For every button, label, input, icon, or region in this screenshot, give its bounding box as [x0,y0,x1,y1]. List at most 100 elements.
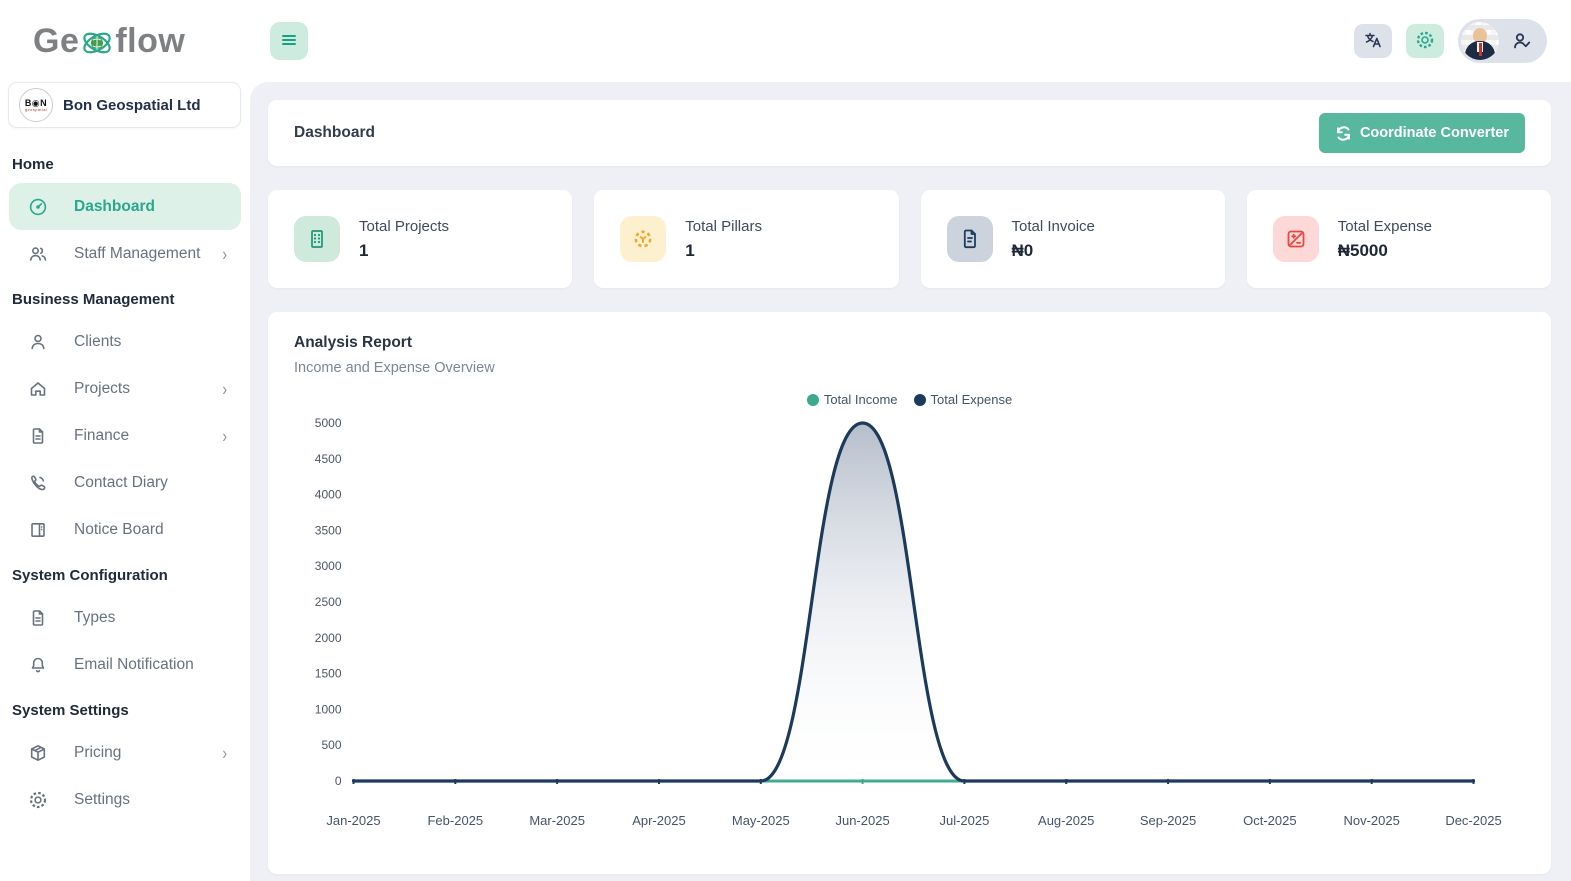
package-icon [28,743,48,763]
gear-icon [28,790,48,810]
sidebar-item-email-notification[interactable]: Email Notification [9,641,241,688]
legend-label: Total Expense [930,392,1013,407]
content-column: Dashboard Coordinate Converter Total Pro… [250,0,1571,881]
document-icon [28,426,48,446]
x-axis-label: Sep-2025 [1140,813,1196,828]
logo-text-ge: Ge [33,21,80,60]
sidebar-item-label: Types [74,608,116,626]
sidebar-item-types[interactable]: Types [9,594,241,641]
sidebar: Ge flow B◉N geospatial Bon Geospatial Lt… [0,0,250,881]
chart-legend: Total Income Total Expense [294,392,1525,407]
sidebar-item-label: Finance [74,426,130,444]
sidebar-item-label: Dashboard [74,197,155,215]
nav-section-title: Business Management [12,291,175,308]
pillars-icon [620,216,667,262]
chevron-right-icon: › [222,378,227,399]
y-axis-label: 4000 [315,488,342,502]
x-axis-label: Apr-2025 [632,813,685,828]
topbar-actions [1354,19,1547,63]
topbar [250,0,1571,82]
stat-label: Total Projects [359,217,450,235]
stat-label: Total Pillars [685,217,762,235]
y-axis-label: 500 [321,738,341,752]
x-axis-label: Jul-2025 [939,813,989,828]
company-logo: B◉N geospatial [19,88,53,122]
main-content: Dashboard Coordinate Converter Total Pro… [250,82,1571,881]
home-icon [28,379,48,399]
report-subtitle: Income and Expense Overview [294,360,495,376]
sidebar-item-settings[interactable]: Settings [9,776,241,823]
legend-item-total-income[interactable]: Total Income [806,392,898,407]
legend-dot [913,393,926,406]
stat-label: Total Expense [1337,217,1432,235]
sidebar-item-contact-diary[interactable]: Contact Diary [9,459,241,506]
stat-card-total-invoice: Total Invoice ₦0 [920,190,1225,288]
settings-button[interactable] [1406,24,1444,58]
sync-icon [1335,125,1352,142]
x-axis-label: Mar-2025 [529,813,585,828]
x-axis-label: Oct-2025 [1243,813,1296,828]
person-icon [28,332,48,352]
legend-item-total-expense[interactable]: Total Expense [913,392,1013,407]
logo-text-flow: flow [115,21,186,60]
chevron-right-icon: › [222,243,227,264]
sidebar-item-clients[interactable]: Clients [9,318,241,365]
sidebar-item-dashboard[interactable]: Dashboard [9,183,241,230]
stat-label: Total Invoice [1011,217,1095,235]
nav-section-title: System Configuration [12,567,168,584]
gear-icon [1415,30,1435,53]
user-avatar [1461,22,1499,60]
sidebar-item-finance[interactable]: Finance › [9,412,241,459]
y-axis-label: 0 [335,774,342,788]
language-button[interactable] [1354,24,1392,58]
people-icon [28,244,48,264]
y-axis-label: 2000 [315,631,342,645]
stat-value: 1 [685,240,695,260]
stat-value: ₦5000 [1337,240,1388,260]
y-axis-label: 2500 [315,595,342,609]
sidebar-item-pricing[interactable]: Pricing › [9,729,241,776]
sidebar-item-staff-management[interactable]: Staff Management › [9,230,241,277]
chevron-right-icon: › [222,742,227,763]
x-axis-label: Jun-2025 [835,813,889,828]
y-axis-label: 5000 [315,416,342,430]
phone-icon [28,473,48,493]
sidebar-item-projects[interactable]: Projects › [9,365,241,412]
hamburger-button[interactable] [270,22,308,60]
x-axis-label: Feb-2025 [427,813,483,828]
document-icon [28,608,48,628]
coordinate-converter-button[interactable]: Coordinate Converter [1318,113,1525,153]
bell-icon [28,655,48,675]
sidebar-item-label: Projects [74,379,130,397]
y-axis-label: 3500 [315,523,342,537]
calculator-icon [1272,216,1319,262]
x-axis-label: May-2025 [732,813,790,828]
nav-section-title: System Settings [12,702,129,719]
stats-row: Total Projects 1 Total Pillars 1 Total Invoi… [268,190,1551,288]
chart-svg: 0 500 1000 1500 2000 2500 3000 3500 4000 4500 5000… [315,416,1502,828]
nav-section-title: Home [12,156,54,173]
report-title: Analysis Report [294,334,413,351]
page-title: Dashboard [294,124,375,141]
page-header-card: Dashboard Coordinate Converter [268,100,1551,166]
stat-card-total-expense: Total Expense ₦5000 [1246,190,1551,288]
atom-globe-icon [80,26,114,60]
company-card[interactable]: B◉N geospatial Bon Geospatial Ltd [8,82,241,128]
legend-dot [806,393,819,406]
x-axis-label: Aug-2025 [1038,813,1094,828]
sidebar-item-label: Contact Diary [74,473,168,491]
sidebar-item-label: Notice Board [74,520,164,538]
legend-label: Total Income [823,392,898,407]
stat-card-total-pillars: Total Pillars 1 [594,190,899,288]
sidebar-item-label: Email Notification [74,655,194,673]
sidebar-item-notice-board[interactable]: Notice Board [9,506,241,553]
brand-logo: Ge flow [0,0,250,82]
person-check-icon [1511,30,1533,52]
stat-value: ₦0 [1011,240,1034,260]
income-expense-chart: 0 500 1000 1500 2000 2500 3000 3500 4000 4500 5000… [294,411,1525,837]
board-icon [28,520,48,540]
account-button[interactable] [1458,19,1547,63]
y-axis-label: 1500 [315,667,342,681]
x-axis-label: Jan-2025 [326,813,380,828]
x-axis-label: Dec-2025 [1445,813,1501,828]
